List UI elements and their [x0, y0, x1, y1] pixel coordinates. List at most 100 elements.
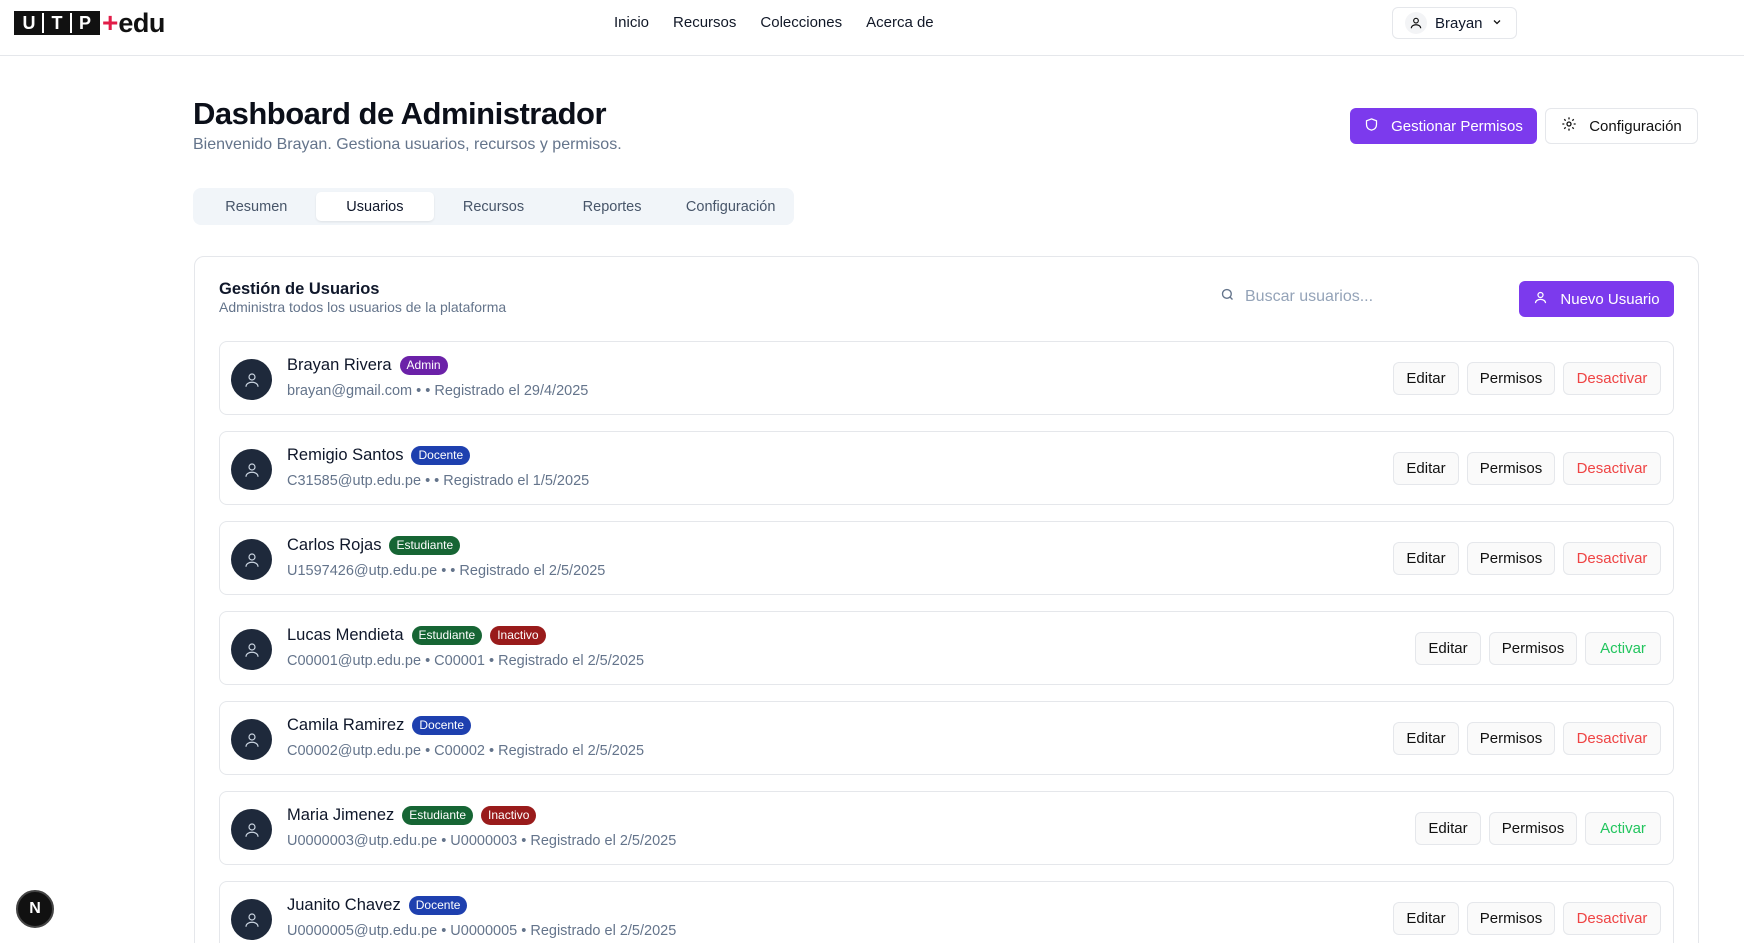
- activate-button[interactable]: Activar: [1585, 632, 1661, 665]
- user-row: Camila Ramirez Docente C00002@utp.edu.pe •…: [219, 701, 1674, 775]
- new-user-button[interactable]: Nuevo Usuario: [1519, 281, 1674, 317]
- user-actions: Editar Permisos Desactivar: [1393, 362, 1661, 395]
- user-icon: [244, 912, 259, 927]
- avatar: [231, 539, 272, 580]
- user-name-line: Carlos Rojas Estudiante: [287, 536, 461, 555]
- nav-link-recursos[interactable]: Recursos: [673, 14, 736, 31]
- deactivate-button[interactable]: Desactivar: [1563, 722, 1661, 755]
- deactivate-button[interactable]: Desactivar: [1563, 452, 1661, 485]
- card-subtitle: Administra todos los usuarios de la plat…: [219, 299, 507, 315]
- user-add-icon: [1533, 290, 1548, 309]
- user-name: Brayan Rivera: [287, 356, 392, 374]
- user-name: Brayan: [1435, 14, 1483, 32]
- user-meta: C00002@utp.edu.pe • C00002 • Registrado …: [287, 743, 645, 759]
- chevron-down-icon: [1491, 15, 1503, 32]
- user-name-line: Brayan Rivera Admin: [287, 356, 448, 375]
- search-input[interactable]: [1245, 288, 1465, 306]
- role-badge: Estudiante: [411, 626, 483, 645]
- user-name-line: Lucas Mendieta Estudiante Inactivo: [287, 626, 546, 645]
- user-name: Camila Ramirez: [287, 716, 405, 734]
- user-name-line: Camila Ramirez Docente: [287, 716, 472, 735]
- deactivate-button[interactable]: Desactivar: [1563, 362, 1661, 395]
- tab-reportes[interactable]: Reportes: [553, 192, 672, 221]
- user-icon: [244, 822, 259, 837]
- permissions-button[interactable]: Permisos: [1467, 542, 1555, 575]
- new-user-label: Nuevo Usuario: [1560, 290, 1660, 308]
- permissions-button[interactable]: Permisos: [1489, 632, 1577, 665]
- avatar: [231, 809, 272, 850]
- page-subtitle: Bienvenido Brayan. Gestiona usuarios, re…: [193, 136, 622, 153]
- logo-plus: +: [102, 7, 119, 38]
- avatar: [231, 629, 272, 670]
- user-name: Remigio Santos: [287, 446, 404, 464]
- edit-button[interactable]: Editar: [1393, 722, 1459, 755]
- role-badge: Estudiante: [402, 806, 474, 825]
- permissions-button[interactable]: Permisos: [1467, 722, 1555, 755]
- settings-button[interactable]: Configuración: [1545, 108, 1698, 144]
- tab-resumen[interactable]: Resumen: [197, 192, 316, 221]
- edit-button[interactable]: Editar: [1393, 452, 1459, 485]
- user-row: Maria Jimenez Estudiante Inactivo U0000003@…: [219, 791, 1674, 865]
- user-name: Carlos Rojas: [287, 536, 382, 554]
- permissions-button[interactable]: Permisos: [1467, 902, 1555, 935]
- user-meta: C00001@utp.edu.pe • C00001 • Registrado …: [287, 653, 645, 669]
- card-title: Gestión de Usuarios: [219, 280, 380, 298]
- edit-button[interactable]: Editar: [1393, 902, 1459, 935]
- user-meta: brayan@gmail.com • • Registrado el 29/4/…: [287, 383, 589, 399]
- user-meta: U1597426@utp.edu.pe • • Registrado el 2/…: [287, 563, 606, 579]
- role-badge: Docente: [411, 446, 471, 465]
- tab-configuracion[interactable]: Configuración: [671, 192, 790, 221]
- role-badge: Inactivo: [481, 806, 537, 825]
- user-actions: Editar Permisos Desactivar: [1393, 452, 1661, 485]
- permissions-button[interactable]: Permisos: [1489, 812, 1577, 845]
- tab-usuarios[interactable]: Usuarios: [315, 192, 435, 221]
- user-name: Maria Jimenez: [287, 806, 395, 824]
- user-actions: Editar Permisos Desactivar: [1393, 542, 1661, 575]
- user-icon: [1405, 12, 1427, 34]
- user-meta: U0000003@utp.edu.pe • U0000003 • Registr…: [287, 833, 677, 849]
- user-row: Lucas Mendieta Estudiante Inactivo C00001@u…: [219, 611, 1674, 685]
- edit-button[interactable]: Editar: [1415, 632, 1481, 665]
- search-icon: [1220, 287, 1235, 307]
- role-badge: Docente: [412, 716, 472, 735]
- nav-link-colecciones[interactable]: Colecciones: [760, 14, 842, 31]
- user-icon: [244, 462, 259, 477]
- edit-button[interactable]: Editar: [1393, 542, 1459, 575]
- nav-link-inicio[interactable]: Inicio: [614, 14, 649, 31]
- shield-icon: [1364, 117, 1379, 136]
- user-actions: Editar Permisos Activar: [1415, 812, 1661, 845]
- user-icon: [244, 732, 259, 747]
- avatar: [231, 449, 272, 490]
- settings-label: Configuración: [1589, 117, 1682, 135]
- user-row: Carlos Rojas Estudiante U1597426@utp.edu.p…: [219, 521, 1674, 595]
- user-row: Juanito Chavez Docente U0000005@utp.edu.pe…: [219, 881, 1674, 943]
- user-meta: U0000005@utp.edu.pe • U0000005 • Registr…: [287, 923, 677, 939]
- logo-letter: P: [72, 13, 98, 33]
- activate-button[interactable]: Activar: [1585, 812, 1661, 845]
- edit-button[interactable]: Editar: [1393, 362, 1459, 395]
- avatar: [231, 359, 272, 400]
- deactivate-button[interactable]: Desactivar: [1563, 542, 1661, 575]
- deactivate-button[interactable]: Desactivar: [1563, 902, 1661, 935]
- gear-icon: [1561, 116, 1577, 136]
- user-icon: [244, 552, 259, 567]
- edit-button[interactable]: Editar: [1415, 812, 1481, 845]
- permissions-button[interactable]: Permisos: [1467, 362, 1555, 395]
- logo-letters: U T P: [14, 11, 100, 35]
- avatar: [231, 899, 272, 940]
- manage-permissions-button[interactable]: Gestionar Permisos: [1350, 108, 1537, 144]
- tab-recursos[interactable]: Recursos: [434, 192, 553, 221]
- permissions-button[interactable]: Permisos: [1467, 452, 1555, 485]
- user-menu-button[interactable]: Brayan: [1392, 7, 1517, 39]
- user-search: [1220, 282, 1470, 312]
- nav-link-acerca-de[interactable]: Acerca de: [866, 14, 934, 31]
- utp-edu-logo[interactable]: U T P + edu: [14, 7, 165, 38]
- logo-letter: U: [16, 13, 42, 33]
- user-meta: C31585@utp.edu.pe • • Registrado el 1/5/…: [287, 473, 590, 489]
- nextjs-dev-badge[interactable]: N: [16, 890, 54, 928]
- manage-permissions-label: Gestionar Permisos: [1391, 117, 1523, 135]
- role-badge: Admin: [399, 356, 448, 375]
- user-icon: [244, 372, 259, 387]
- page-title: Dashboard de Administrador: [193, 96, 607, 131]
- role-badge: Docente: [408, 896, 468, 915]
